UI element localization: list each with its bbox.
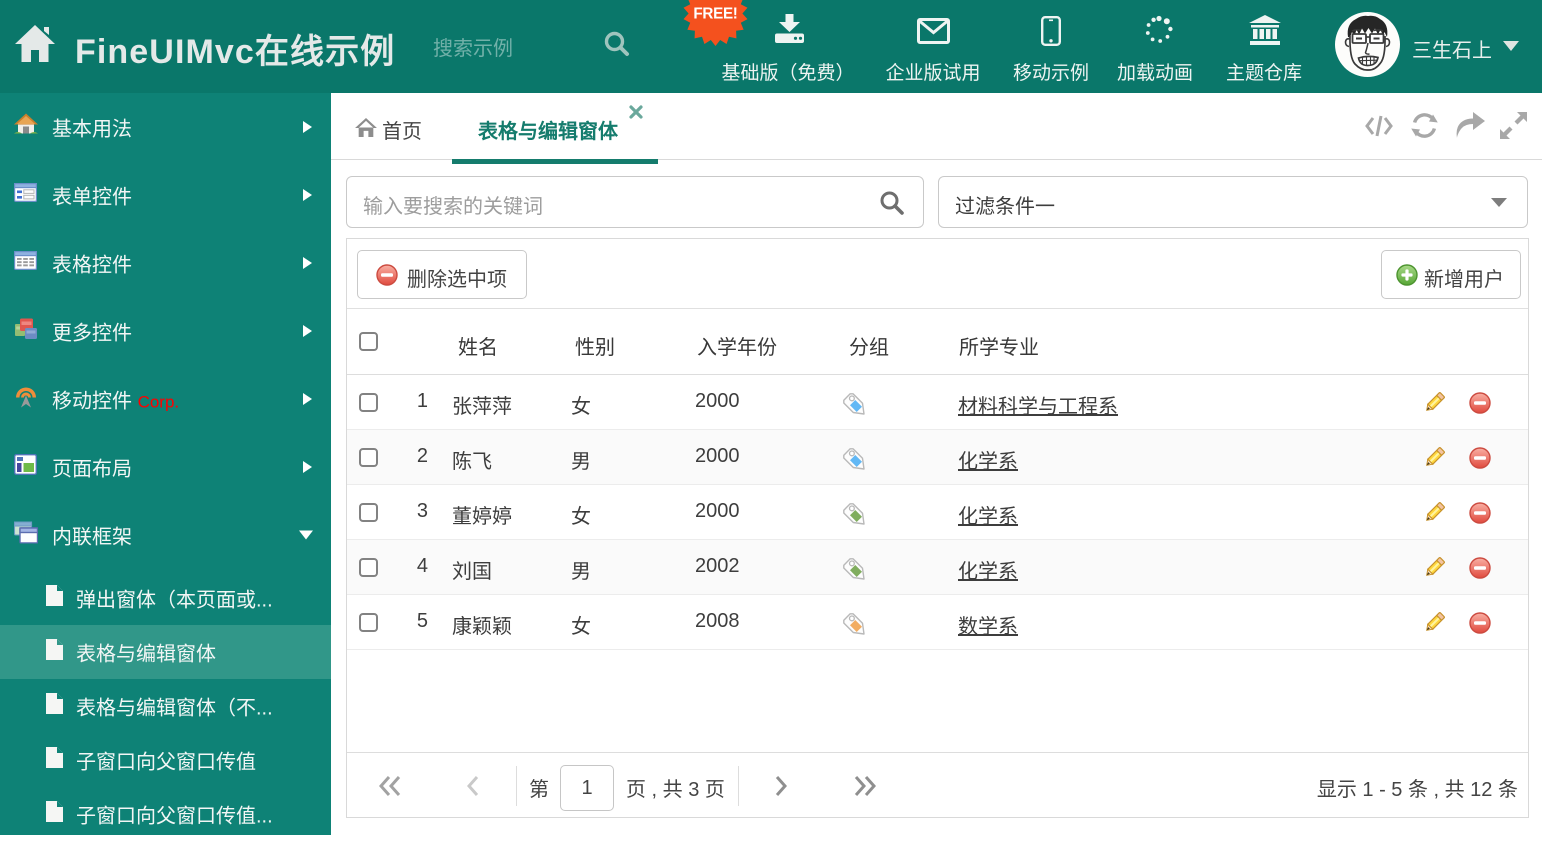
svg-text:FREE!: FREE! [693, 6, 737, 23]
